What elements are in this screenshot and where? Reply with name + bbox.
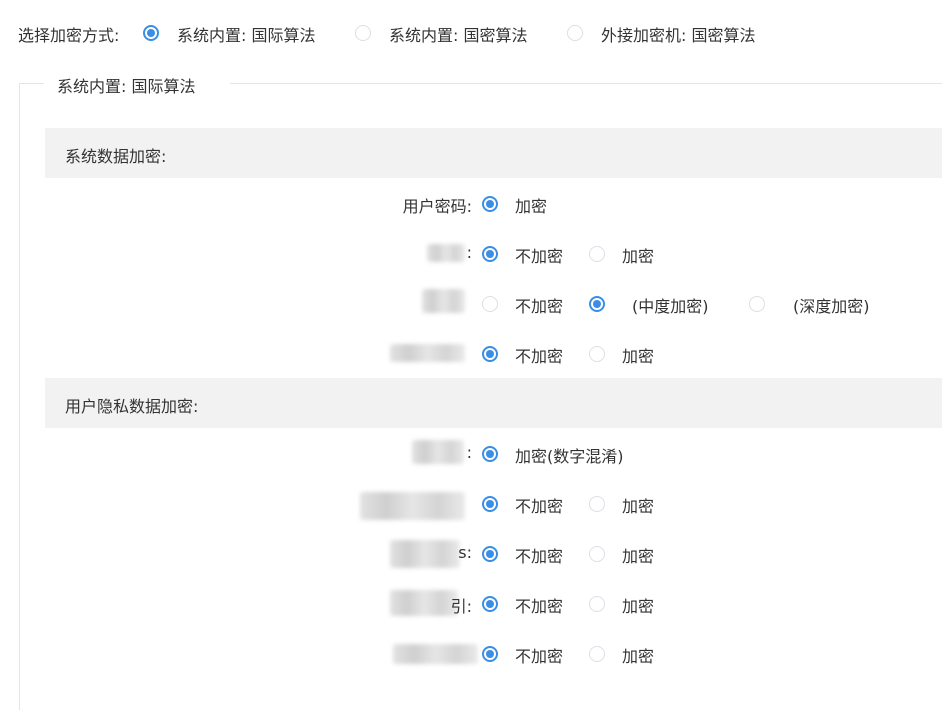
fieldset-border-top-right bbox=[230, 83, 942, 84]
privacy-row3-encrypt-label[interactable]: 加密 bbox=[622, 543, 654, 567]
privacy-row5-encrypt-radio[interactable] bbox=[589, 646, 605, 662]
system-row4-no-encrypt-radio[interactable] bbox=[482, 346, 498, 362]
privacy-data-section-title: 用户隐私数据加密: bbox=[65, 397, 199, 416]
system-row2-no-encrypt-radio[interactable] bbox=[482, 246, 498, 262]
fieldset-border-top-left bbox=[19, 83, 44, 84]
redacted-label bbox=[390, 344, 465, 362]
fieldset-legend: 系统内置: 国际算法 bbox=[57, 77, 196, 96]
privacy-row4-no-encrypt-radio[interactable] bbox=[482, 596, 498, 612]
redacted-label bbox=[390, 540, 460, 568]
mode-radio-intl[interactable] bbox=[143, 25, 159, 41]
privacy-row3-encrypt-radio[interactable] bbox=[589, 546, 605, 562]
system-row3-deep-encrypt-radio[interactable] bbox=[749, 296, 765, 312]
mode-radio-sm[interactable] bbox=[355, 25, 371, 41]
system-data-section-header: 系统数据加密: bbox=[45, 128, 942, 178]
user-password-encrypt-radio[interactable] bbox=[482, 196, 498, 212]
fieldset-border-left bbox=[19, 83, 20, 710]
privacy-row2-encrypt-radio[interactable] bbox=[589, 496, 605, 512]
privacy-row4-encrypt-radio[interactable] bbox=[589, 596, 605, 612]
system-row3-medium-encrypt-radio[interactable] bbox=[589, 296, 605, 312]
system-data-section-title: 系统数据加密: bbox=[65, 147, 167, 166]
mode-option-sm-label[interactable]: 系统内置: 国密算法 bbox=[389, 22, 527, 46]
row-label-privacy-1: : bbox=[466, 443, 472, 462]
privacy-row2-no-encrypt-radio[interactable] bbox=[482, 496, 498, 512]
row-label-privacy-4: 引: bbox=[450, 597, 472, 616]
row-label-system-2: : bbox=[466, 243, 472, 262]
row-label-user-password: 用户密码: bbox=[402, 197, 472, 216]
privacy-row2-no-encrypt-label[interactable]: 不加密 bbox=[515, 493, 563, 517]
privacy-row5-no-encrypt-label[interactable]: 不加密 bbox=[515, 643, 563, 667]
system-row4-encrypt-radio[interactable] bbox=[589, 346, 605, 362]
system-row3-deep-encrypt-label[interactable]: (深度加密) bbox=[793, 293, 870, 317]
encryption-mode-label: 选择加密方式: bbox=[18, 26, 120, 45]
mode-option-external-label[interactable]: 外接加密机: 国密算法 bbox=[601, 22, 755, 46]
mode-radio-external[interactable] bbox=[567, 25, 583, 41]
system-row3-no-encrypt-label[interactable]: 不加密 bbox=[515, 293, 563, 317]
system-row2-encrypt-label[interactable]: 加密 bbox=[622, 243, 654, 267]
redacted-label bbox=[390, 590, 458, 616]
system-row4-no-encrypt-label[interactable]: 不加密 bbox=[515, 343, 563, 367]
privacy-data-section-header: 用户隐私数据加密: bbox=[45, 378, 942, 428]
privacy-row5-no-encrypt-radio[interactable] bbox=[482, 646, 498, 662]
privacy-row3-no-encrypt-radio[interactable] bbox=[482, 546, 498, 562]
system-row3-no-encrypt-radio[interactable] bbox=[482, 296, 498, 312]
privacy-row1-encrypt-radio[interactable] bbox=[482, 446, 498, 462]
redacted-label bbox=[360, 492, 465, 520]
system-row2-no-encrypt-label[interactable]: 不加密 bbox=[515, 243, 563, 267]
privacy-row3-no-encrypt-label[interactable]: 不加密 bbox=[515, 543, 563, 567]
redacted-label bbox=[427, 244, 465, 262]
privacy-row1-encrypt-label[interactable]: 加密(数字混淆) bbox=[515, 443, 624, 467]
redacted-label bbox=[422, 289, 465, 313]
user-password-encrypt-label[interactable]: 加密 bbox=[515, 193, 547, 217]
mode-option-intl-label[interactable]: 系统内置: 国际算法 bbox=[177, 22, 315, 46]
privacy-row2-encrypt-label[interactable]: 加密 bbox=[622, 493, 654, 517]
row-label-privacy-3: s: bbox=[458, 543, 472, 562]
system-row2-encrypt-radio[interactable] bbox=[589, 246, 605, 262]
system-row3-medium-encrypt-label[interactable]: (中度加密) bbox=[632, 293, 709, 317]
privacy-row5-encrypt-label[interactable]: 加密 bbox=[622, 643, 654, 667]
redacted-label bbox=[393, 644, 478, 664]
redacted-label bbox=[412, 440, 464, 464]
privacy-row4-no-encrypt-label[interactable]: 不加密 bbox=[515, 593, 563, 617]
system-row4-encrypt-label[interactable]: 加密 bbox=[622, 343, 654, 367]
privacy-row4-encrypt-label[interactable]: 加密 bbox=[622, 593, 654, 617]
